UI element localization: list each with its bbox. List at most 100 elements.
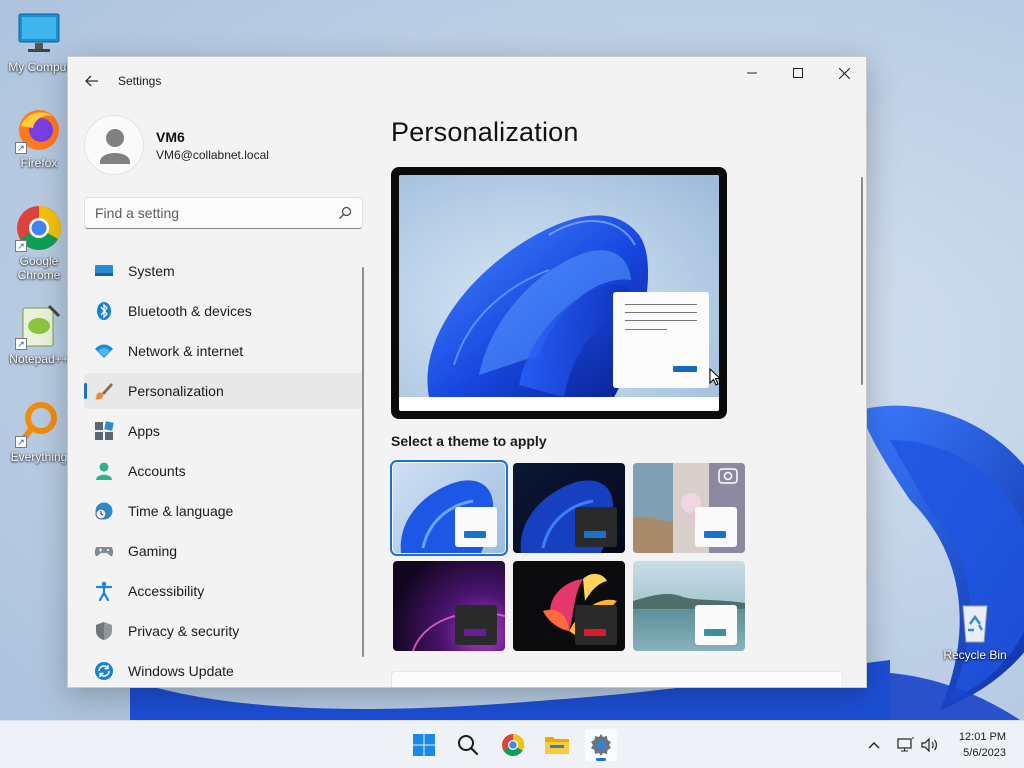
notepad-plus-plus-icon: ↗: [15, 302, 63, 350]
desktop-icon-notepad-plus-plus[interactable]: ↗ Notepad++: [1, 302, 77, 366]
desktop-icon-my-computer[interactable]: My Comput: [1, 10, 77, 74]
mouse-cursor-icon: [709, 368, 721, 386]
theme-accent-bar: [704, 629, 726, 636]
firefox-icon: ↗: [15, 106, 63, 154]
back-button[interactable]: [80, 69, 104, 93]
minimize-button[interactable]: [729, 57, 775, 89]
sidebar-item-bluetooth-devices[interactable]: Bluetooth & devices: [84, 293, 364, 329]
volume-icon: [921, 737, 937, 753]
theme-flow[interactable]: [633, 561, 745, 651]
sidebar-item-label: Accounts: [128, 463, 186, 479]
theme-accent-bar: [464, 531, 486, 538]
volume-button[interactable]: [920, 735, 940, 755]
page-title: Personalization: [391, 117, 579, 147]
preview-line: [625, 312, 697, 313]
active-app-indicator: [596, 758, 606, 761]
sidebar-item-label: Time & language: [128, 503, 234, 519]
sidebar-item-accessibility[interactable]: Accessibility: [84, 573, 364, 609]
user-profile[interactable]: VM6 VM6@collabnet.local: [84, 115, 364, 175]
time-language-icon: [95, 502, 113, 520]
search-icon: [458, 735, 479, 756]
shield-icon: [96, 622, 112, 640]
theme-captured-motion[interactable]: [513, 561, 625, 651]
arrow-left-icon: [85, 75, 98, 87]
close-icon: [838, 67, 850, 79]
network-icon: [897, 737, 914, 752]
theme-glow[interactable]: [393, 561, 505, 651]
taskbar: 12:01 PM 5/6/2023: [0, 720, 1024, 768]
settings-window: Settings VM6 VM6@collabnet.local System …: [67, 56, 867, 688]
desktop-icon-google-chrome[interactable]: ↗ Google Chrome: [1, 204, 77, 282]
preview-button: [673, 366, 697, 372]
sidebar-item-apps[interactable]: Apps: [84, 413, 364, 449]
user-avatar-icon: [100, 129, 130, 164]
theme-windows-light[interactable]: [390, 460, 508, 556]
wifi-icon: [95, 344, 113, 358]
recycle-bin-icon: [951, 598, 999, 646]
sidebar-item-system[interactable]: System: [84, 253, 364, 289]
desktop-icon-label: Firefox: [20, 156, 58, 170]
system-clock[interactable]: 12:01 PM 5/6/2023: [959, 729, 1006, 761]
chevron-up-icon: [868, 742, 880, 749]
sidebar-item-windows-update[interactable]: Windows Update: [84, 653, 364, 687]
settings-search[interactable]: [84, 197, 363, 229]
taskbar-settings[interactable]: [585, 729, 617, 761]
sidebar-item-privacy-security[interactable]: Privacy & security: [84, 613, 364, 649]
sidebar-item-label: Accessibility: [128, 583, 205, 599]
desktop-icon-label: My Comput: [8, 60, 70, 74]
sidebar-scrollbar[interactable]: [362, 267, 364, 657]
desktop-icon-label: Everything: [10, 450, 68, 464]
sidebar-item-label: Network & internet: [128, 343, 244, 359]
settings-card[interactable]: [391, 671, 843, 687]
taskbar-chrome[interactable]: [497, 729, 529, 761]
sidebar-item-accounts[interactable]: Accounts: [84, 453, 364, 489]
sidebar-item-gaming[interactable]: Gaming: [84, 533, 364, 569]
desktop-icon-firefox[interactable]: ↗ Firefox: [1, 106, 77, 170]
theme-preview: [391, 167, 727, 419]
theme-mini-window: [695, 507, 737, 547]
network-status-button[interactable]: [896, 735, 916, 755]
preview-line: [625, 320, 697, 321]
preview-screen: [399, 175, 719, 411]
theme-accent-bar: [584, 531, 606, 538]
maximize-button[interactable]: [775, 57, 821, 89]
close-button[interactable]: [821, 57, 866, 89]
preview-dialog: [613, 292, 709, 388]
shortcut-arrow-icon: ↗: [15, 436, 27, 448]
taskbar-file-explorer[interactable]: [541, 729, 573, 761]
sidebar-item-personalization[interactable]: Personalization: [84, 373, 364, 409]
shortcut-arrow-icon: ↗: [15, 240, 27, 252]
sidebar-item-label: Gaming: [128, 543, 178, 559]
window-title: Settings: [118, 74, 162, 88]
title-bar: Settings: [68, 57, 866, 105]
taskbar-search-button[interactable]: [452, 729, 484, 761]
desktop-icon-recycle-bin[interactable]: Recycle Bin: [937, 598, 1013, 662]
preview-line: [625, 329, 667, 330]
sidebar-nav: System Bluetooth & devices Network & int…: [84, 253, 364, 687]
theme-windows-spotlight[interactable]: [633, 463, 745, 553]
sidebar-item-label: Bluetooth & devices: [128, 303, 252, 319]
user-email: VM6@collabnet.local: [156, 148, 269, 162]
main-scrollbar[interactable]: [861, 177, 863, 385]
theme-mini-window: [455, 507, 497, 547]
system-icon: [95, 265, 113, 276]
show-hidden-icons-button[interactable]: [864, 735, 884, 755]
theme-windows-dark[interactable]: [513, 463, 625, 553]
sidebar-item-time-language[interactable]: Time & language: [84, 493, 364, 529]
sidebar-item-label: Windows Update: [128, 663, 234, 679]
sidebar-item-network-internet[interactable]: Network & internet: [84, 333, 364, 369]
search-icon[interactable]: [338, 206, 352, 220]
shortcut-arrow-icon: ↗: [15, 142, 27, 154]
start-button[interactable]: [408, 729, 440, 761]
preview-line: [625, 304, 697, 305]
theme-mini-window: [575, 605, 617, 645]
themes-section-label: Select a theme to apply: [391, 433, 547, 449]
monitor-icon: [15, 10, 63, 58]
theme-mini-window: [455, 605, 497, 645]
search-input[interactable]: [85, 198, 325, 228]
avatar: [84, 115, 144, 175]
shortcut-arrow-icon: ↗: [15, 338, 27, 350]
folder-icon: [545, 737, 569, 754]
desktop-icon-everything[interactable]: ↗ Everything: [1, 400, 77, 464]
accessibility-icon: [95, 581, 113, 601]
